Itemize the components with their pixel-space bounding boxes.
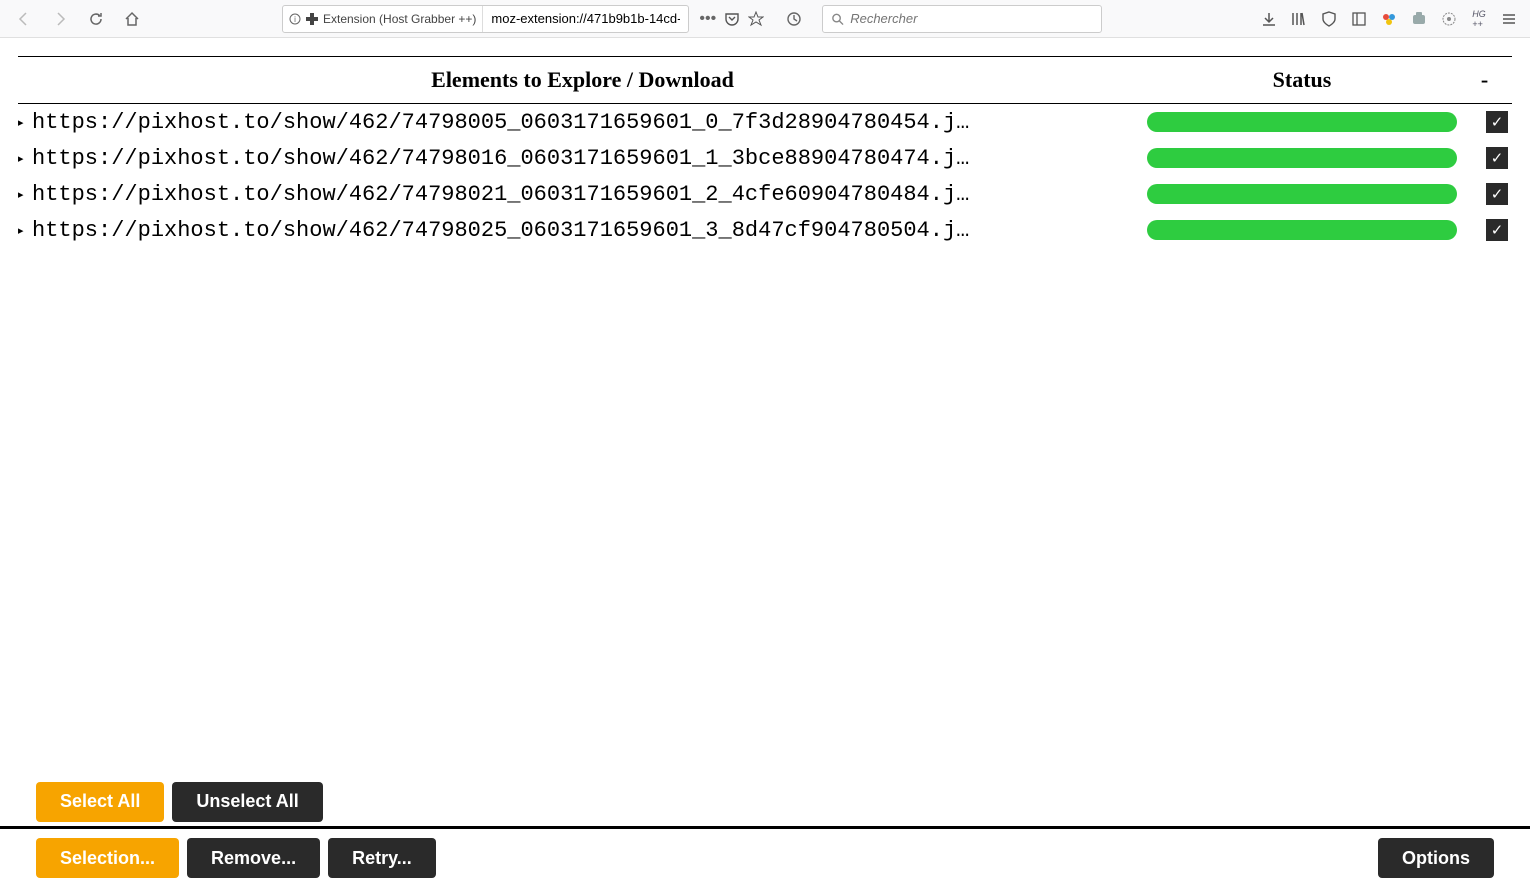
row-checkbox[interactable]: ✓ [1486, 183, 1508, 205]
progress-bar [1147, 148, 1457, 168]
check-cell: ✓ [1457, 219, 1512, 241]
search-icon [831, 12, 844, 26]
table-header: Elements to Explore / Download Status - [18, 56, 1512, 104]
forward-button[interactable] [44, 4, 76, 34]
url-cell[interactable]: https://pixhost.to/show/462/74798021_060… [32, 182, 1147, 207]
search-input[interactable] [850, 11, 1093, 26]
remove-button[interactable]: Remove... [187, 838, 320, 878]
extension-b-icon[interactable] [1410, 10, 1428, 28]
action-bar: Selection... Remove... Retry... Options [0, 829, 1530, 887]
shield-icon[interactable] [1320, 10, 1338, 28]
svg-text:i: i [294, 15, 296, 24]
browser-chrome: i Extension (Host Grabber ++) ••• HG++ [0, 0, 1530, 38]
progress-bar [1147, 112, 1457, 132]
row-checkbox[interactable]: ✓ [1486, 111, 1508, 133]
url-cell[interactable]: https://pixhost.to/show/462/74798025_060… [32, 218, 1147, 243]
header-elements: Elements to Explore / Download [18, 67, 1147, 93]
extension-c-icon[interactable] [1440, 10, 1458, 28]
search-box[interactable] [822, 5, 1102, 33]
url-input[interactable] [483, 11, 688, 26]
expand-icon[interactable]: ▸ [18, 224, 32, 237]
url-cell[interactable]: https://pixhost.to/show/462/74798016_060… [32, 146, 1147, 171]
library-icon[interactable] [1290, 10, 1308, 28]
table-row: ▸ https://pixhost.to/show/462/74798016_0… [18, 140, 1512, 176]
header-check: - [1457, 67, 1512, 93]
downloads-icon[interactable] [1260, 10, 1278, 28]
table-row: ▸ https://pixhost.to/show/462/74798025_0… [18, 212, 1512, 248]
home-button[interactable] [116, 4, 148, 34]
status-cell [1147, 184, 1457, 204]
reload-button[interactable] [80, 4, 112, 34]
url-cell[interactable]: https://pixhost.to/show/462/74798005_060… [32, 110, 1147, 135]
back-button[interactable] [8, 4, 40, 34]
table-row: ▸ https://pixhost.to/show/462/74798021_0… [18, 176, 1512, 212]
check-cell: ✓ [1457, 183, 1512, 205]
selection-button[interactable]: Selection... [36, 838, 179, 878]
extension-d-icon[interactable]: HG++ [1470, 10, 1488, 28]
row-checkbox[interactable]: ✓ [1486, 219, 1508, 241]
check-cell: ✓ [1457, 147, 1512, 169]
url-actions: ••• [693, 10, 770, 28]
check-cell: ✓ [1457, 111, 1512, 133]
unselect-all-button[interactable]: Unselect All [172, 782, 322, 822]
options-button[interactable]: Options [1378, 838, 1494, 878]
header-status: Status [1147, 67, 1457, 93]
rows-container: ▸ https://pixhost.to/show/462/74798005_0… [18, 104, 1512, 248]
table-row: ▸ https://pixhost.to/show/462/74798005_0… [18, 104, 1512, 140]
status-cell [1147, 220, 1457, 240]
more-icon[interactable]: ••• [699, 10, 716, 28]
progress-bar [1147, 220, 1457, 240]
status-cell [1147, 112, 1457, 132]
expand-icon[interactable]: ▸ [18, 116, 32, 129]
expand-icon[interactable]: ▸ [18, 152, 32, 165]
extension-label: Extension (Host Grabber ++) [323, 12, 476, 26]
extension-identity: i Extension (Host Grabber ++) [283, 6, 483, 32]
main-content: Elements to Explore / Download Status - … [0, 38, 1530, 777]
retry-button[interactable]: Retry... [328, 838, 436, 878]
history-button[interactable] [778, 4, 810, 34]
bookmark-star-icon[interactable] [748, 11, 764, 27]
extension-a-icon[interactable] [1380, 10, 1398, 28]
select-all-button[interactable]: Select All [36, 782, 164, 822]
selection-bar: Select All Unselect All [0, 777, 1530, 829]
row-checkbox[interactable]: ✓ [1486, 147, 1508, 169]
pocket-icon[interactable] [724, 11, 740, 27]
toolbar-icons: HG++ [1260, 10, 1522, 28]
hamburger-menu-icon[interactable] [1500, 10, 1518, 28]
sidebar-icon[interactable] [1350, 10, 1368, 28]
expand-icon[interactable]: ▸ [18, 188, 32, 201]
url-bar[interactable]: i Extension (Host Grabber ++) [282, 5, 689, 33]
progress-bar [1147, 184, 1457, 204]
status-cell [1147, 148, 1457, 168]
